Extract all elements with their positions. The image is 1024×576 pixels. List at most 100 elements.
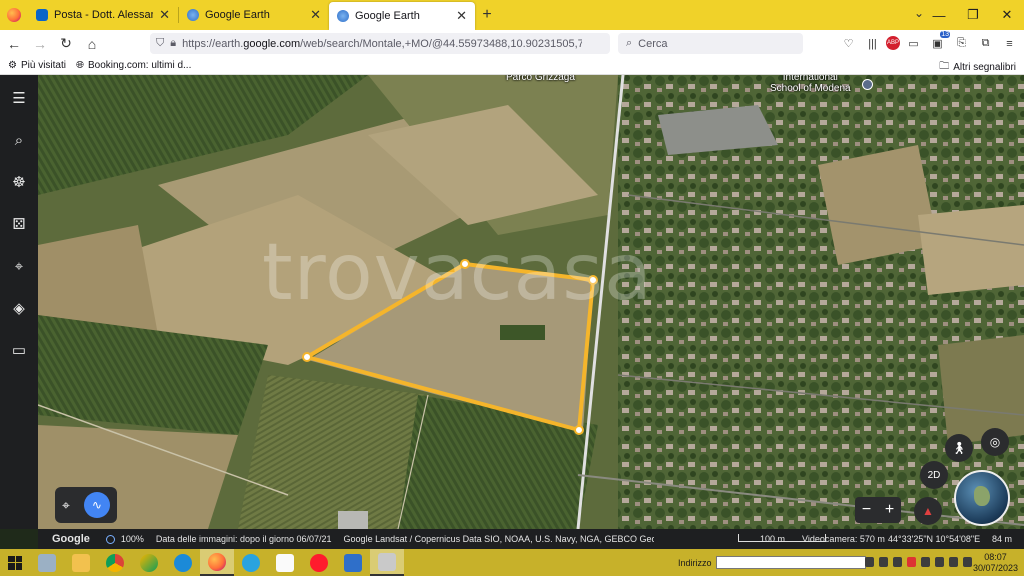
- volume-icon[interactable]: [949, 557, 958, 567]
- tray-icon[interactable]: [879, 557, 888, 567]
- firefox-icon[interactable]: [0, 0, 28, 30]
- loading-icon: [105, 534, 115, 544]
- credits[interactable]: Google Landsat / Copernicus Data SIO, NO…: [344, 534, 654, 544]
- toggle-2d-button[interactable]: 2D: [920, 461, 948, 489]
- voyager-icon[interactable]: ☸: [8, 171, 30, 193]
- globe-minimap[interactable]: [954, 470, 1010, 526]
- layers-icon[interactable]: ◈: [8, 297, 30, 319]
- bookmark-label: Booking.com: ultimi d...: [87, 60, 192, 71]
- outlook-icon: [36, 9, 48, 21]
- screenshot-icon[interactable]: ⎘: [951, 33, 972, 54]
- new-tab-button[interactable]: +: [475, 2, 499, 28]
- sidebar-icon[interactable]: ▭: [903, 33, 924, 54]
- tray-icon[interactable]: [893, 557, 902, 567]
- close-icon[interactable]: ✕: [310, 7, 321, 23]
- pocket-icon[interactable]: ♡: [838, 33, 859, 54]
- taskbar-app-firefox[interactable]: [200, 549, 234, 576]
- pin-icon[interactable]: ⌖: [62, 497, 70, 514]
- park-label[interactable]: Parco Grizzaga: [506, 75, 575, 83]
- taskbar-app-photos[interactable]: [132, 549, 166, 576]
- pegman-button[interactable]: 🚶︎: [945, 434, 973, 462]
- tab-google-earth-active[interactable]: Google Earth ✕: [329, 2, 475, 30]
- zoom-in-button[interactable]: +: [885, 501, 894, 519]
- tab-google-earth-1[interactable]: Google Earth ✕: [179, 2, 329, 28]
- clock[interactable]: 08:07 30/07/2023: [973, 552, 1018, 574]
- address-input[interactable]: [715, 556, 866, 569]
- tab-label: Posta - Dott. Alessandro Angelè: [54, 9, 153, 21]
- forward-button[interactable]: →: [28, 32, 52, 56]
- extension-badge-icon[interactable]: ▣ 13: [927, 31, 950, 54]
- tab-bar: Posta - Dott. Alessandro Angelè ✕ Google…: [0, 0, 1024, 30]
- clock-time: 08:07: [984, 552, 1007, 562]
- tray-icon[interactable]: [865, 557, 874, 567]
- dice-icon[interactable]: ⚄: [8, 213, 30, 235]
- chrome-icon: [106, 553, 124, 572]
- earth-sidebar: ☰ ⌕ ☸ ⚄ ⌖ ◈ ▭: [0, 75, 38, 529]
- zoom-out-button[interactable]: −: [862, 501, 871, 519]
- google-earth-icon: [187, 9, 199, 21]
- ruler-icon[interactable]: ▭: [8, 339, 30, 361]
- home-button[interactable]: ⌂: [80, 32, 104, 56]
- tab-label: Google Earth: [205, 9, 270, 21]
- url-bar[interactable]: ⛉ 🔒︎ https://earth.google.com/web/search…: [150, 33, 610, 54]
- adblock-icon[interactable]: ABP: [886, 36, 900, 50]
- my-location-button[interactable]: ◎: [981, 428, 1009, 456]
- extensions-icon[interactable]: ⧉: [975, 33, 996, 54]
- maximize-button[interactable]: ❐: [956, 0, 990, 30]
- search-input[interactable]: ⌕ Cerca: [618, 33, 803, 54]
- taskbar: Indirizzo ▾ 08:07 30/07/2023: [0, 549, 1024, 576]
- window-controls: — ❐ ✕: [922, 0, 1024, 30]
- scale-label: 100 m: [760, 534, 786, 544]
- tray-icon[interactable]: [921, 557, 930, 567]
- taskbar-app-explorer[interactable]: [64, 549, 98, 576]
- reload-button[interactable]: ↻: [54, 32, 78, 56]
- bookmark-booking[interactable]: 🌐︎ Booking.com: ultimi d...: [76, 60, 191, 71]
- school-label-line1: International: [782, 75, 838, 83]
- taskbar-app-scanner[interactable]: [336, 549, 370, 576]
- opera-icon: [310, 553, 328, 572]
- network-icon[interactable]: [963, 557, 972, 567]
- lock-icon: 🔒︎: [170, 37, 177, 49]
- measure-path-icon[interactable]: ∿: [83, 492, 110, 518]
- taskbar-app-files[interactable]: [370, 549, 404, 576]
- close-icon[interactable]: ✕: [159, 7, 170, 23]
- start-button[interactable]: [0, 549, 30, 576]
- google-earth-icon: [337, 10, 349, 22]
- taskbar-app-chrome[interactable]: [98, 549, 132, 576]
- firefox-icon: [208, 552, 226, 571]
- scanner-icon: [344, 553, 362, 572]
- other-bookmarks[interactable]: 🗀 Altri segnalibri: [939, 59, 1016, 76]
- close-icon[interactable]: ✕: [456, 8, 467, 24]
- bookmark-most-visited[interactable]: ⚙ Più visitati: [8, 60, 66, 71]
- notepad-icon: [38, 553, 56, 572]
- windows-icon: [8, 555, 22, 570]
- back-button[interactable]: ←: [2, 32, 26, 56]
- minimize-button[interactable]: —: [922, 0, 956, 30]
- folder-icon: 🗀: [939, 61, 950, 72]
- address-toolbar: Indirizzo ▾: [678, 556, 874, 569]
- projects-pin-icon[interactable]: ⌖: [8, 255, 30, 277]
- zoom-control: − +: [855, 497, 901, 523]
- taskbar-app-document[interactable]: [268, 549, 302, 576]
- menu-icon[interactable]: ☰: [8, 87, 30, 109]
- tab-posta[interactable]: Posta - Dott. Alessandro Angelè ✕: [28, 2, 178, 28]
- school-label[interactable]: International School of Modena: [770, 75, 851, 94]
- url-text: https://earth.google.com/web/search/Mont…: [182, 37, 583, 50]
- menu-icon[interactable]: ≡: [999, 33, 1020, 54]
- clock-date: 30/07/2023: [972, 563, 1018, 573]
- search-placeholder: Cerca: [638, 37, 668, 50]
- taskbar-app-telegram[interactable]: [234, 549, 268, 576]
- other-bookmarks-label: Altri segnalibri: [953, 62, 1016, 73]
- taskbar-app-opera[interactable]: [302, 549, 336, 576]
- school-pin-icon[interactable]: [862, 79, 873, 90]
- search-icon[interactable]: ⌕: [8, 129, 30, 151]
- taskbar-app-ie[interactable]: [166, 549, 200, 576]
- library-icon[interactable]: |||: [862, 33, 883, 54]
- taskbar-app-notepad[interactable]: [30, 549, 64, 576]
- bookmark-label: Più visitati: [20, 60, 66, 71]
- camera-altitude: Videocamera: 570 m: [802, 534, 885, 544]
- close-window-button[interactable]: ✕: [990, 0, 1024, 30]
- tray-icon[interactable]: [907, 557, 916, 567]
- tray-icon[interactable]: [935, 557, 944, 567]
- compass-button[interactable]: ▲: [914, 497, 942, 525]
